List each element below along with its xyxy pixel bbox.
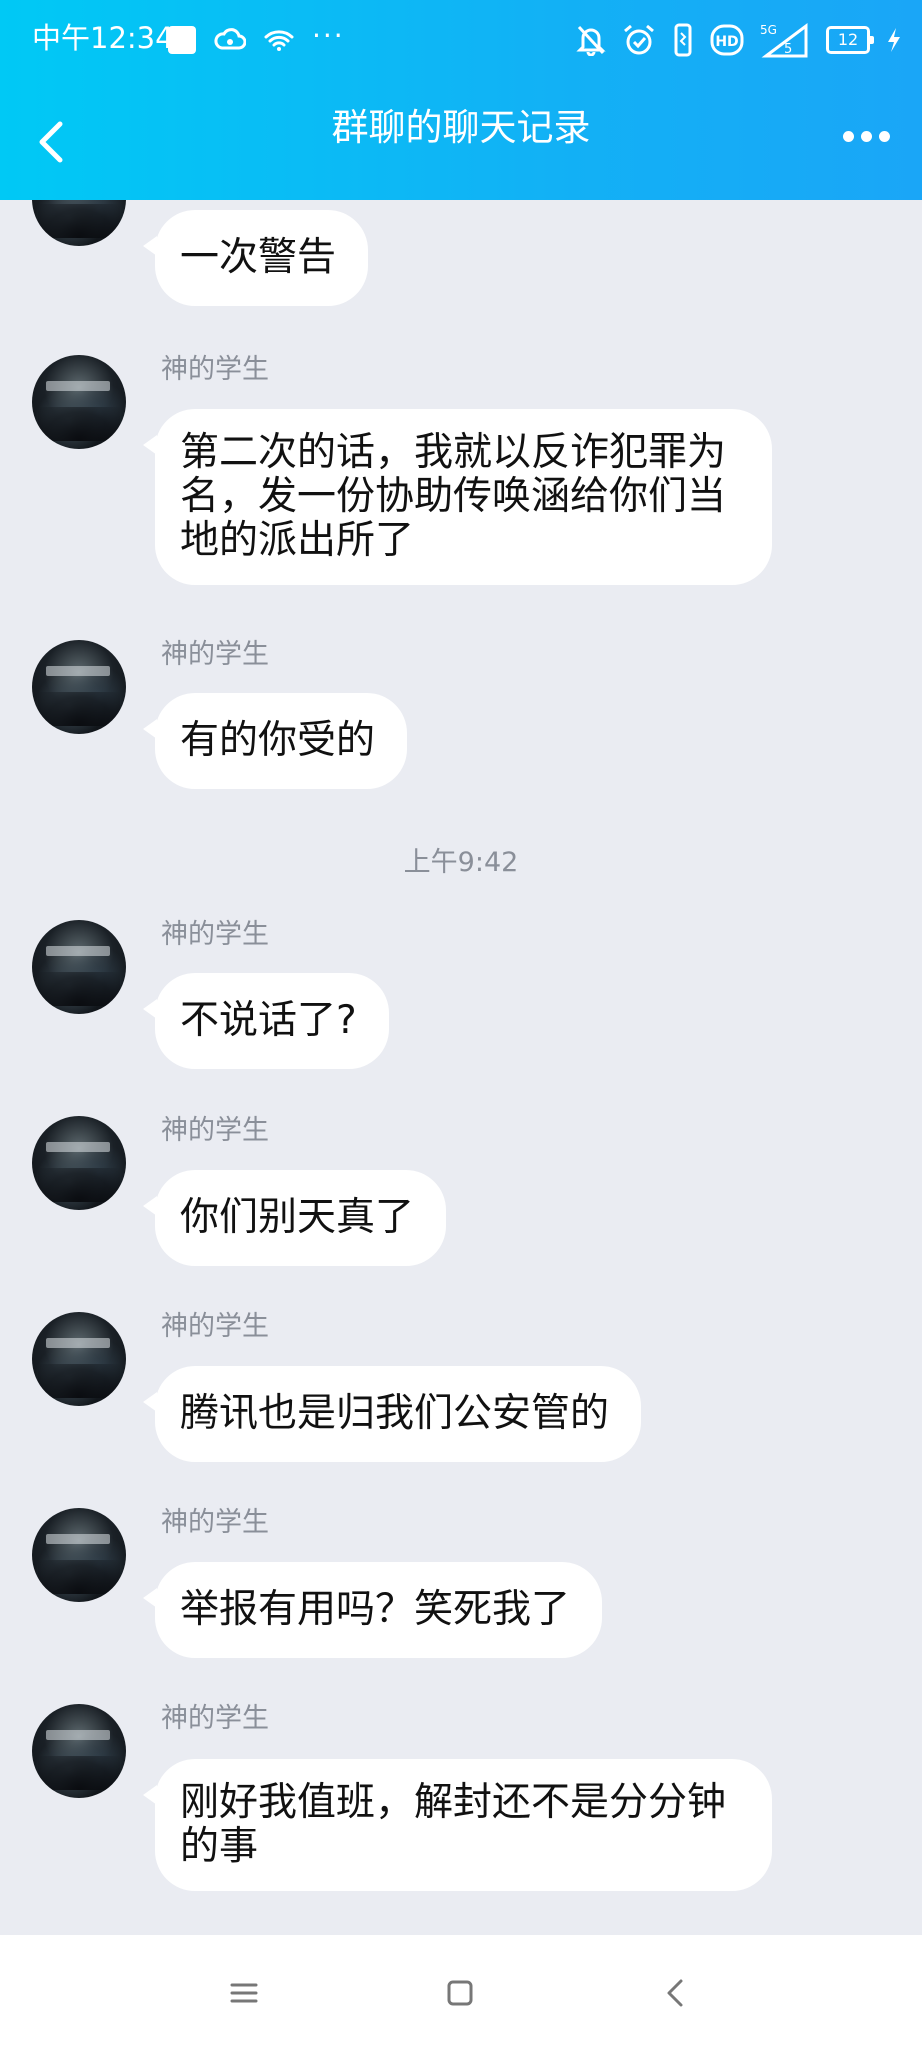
menu-icon bbox=[230, 1983, 258, 2003]
vibrate-icon bbox=[674, 23, 692, 57]
message-text: 不说话了? bbox=[180, 998, 357, 1043]
message-bubble[interactable]: 不说话了? bbox=[143, 973, 389, 1069]
avatar[interactable] bbox=[32, 640, 126, 734]
bell-off-icon bbox=[576, 25, 606, 56]
avatar[interactable] bbox=[32, 920, 126, 1014]
message-text: 一次警告 bbox=[180, 235, 337, 280]
sender-name: 神的学生 bbox=[161, 1115, 269, 1146]
status-right-icons: HD 5G 5 12 bbox=[576, 18, 902, 62]
message-text: 第二次的话，我就以反诈犯罪为 bbox=[180, 430, 727, 475]
back-icon bbox=[667, 1979, 683, 2007]
message-bubble[interactable]: 你们别天真了 bbox=[142, 1170, 447, 1266]
home-icon bbox=[447, 1980, 473, 2006]
app-header: 中午12:34 ··· HD 5G 5 12 群聊的聊天记录 bbox=[0, 0, 922, 200]
message-text: 刚好我值班，解封还不是分分钟 bbox=[180, 1780, 727, 1825]
sender-name: 神的学生 bbox=[161, 639, 269, 670]
message-text: 地的派出所了 bbox=[180, 518, 415, 563]
home-button[interactable] bbox=[438, 1971, 482, 2015]
message-text: 的事 bbox=[180, 1824, 259, 1869]
page-title: 群聊的聊天记录 bbox=[331, 106, 591, 149]
message-bubble[interactable]: 腾讯也是归我们公安管的 bbox=[142, 1366, 642, 1462]
more-dots: ··· bbox=[312, 18, 345, 52]
avatar[interactable] bbox=[32, 355, 126, 449]
message-text: 名，发一份协助传唤涵给你们当 bbox=[180, 474, 727, 519]
avatar[interactable] bbox=[32, 1508, 126, 1602]
timestamp: 上午9:42 bbox=[403, 847, 519, 878]
svg-text:5: 5 bbox=[784, 42, 792, 57]
avatar[interactable] bbox=[32, 1704, 126, 1798]
status-time: 中午12:34 bbox=[32, 21, 174, 55]
system-back-button[interactable] bbox=[654, 1971, 698, 2015]
dot-icon bbox=[878, 130, 890, 142]
charging-icon bbox=[888, 28, 900, 52]
avatar[interactable] bbox=[32, 200, 126, 246]
alarm-icon bbox=[624, 24, 654, 55]
cloud-icon bbox=[214, 28, 246, 50]
message-bubble[interactable]: 第二次的话，我就以反诈犯罪为 名，发一份协助传唤涵给你们当 地的派出所了 bbox=[143, 409, 772, 585]
message-bubble[interactable]: 有的你受的 bbox=[142, 693, 408, 789]
battery-icon: 12 bbox=[826, 26, 874, 54]
sender-name: 神的学生 bbox=[161, 919, 269, 950]
signal-5g-icon: 5G 5 bbox=[760, 23, 808, 58]
message-bubble[interactable]: 举报有用吗？笑死我了 bbox=[142, 1562, 603, 1658]
system-navigation-bar bbox=[0, 1935, 922, 2048]
svg-text:HD: HD bbox=[715, 34, 738, 50]
message-bubble[interactable]: 刚好我值班，解封还不是分分钟 的事 bbox=[143, 1759, 772, 1891]
sender-name: 神的学生 bbox=[161, 1507, 269, 1538]
square-icon bbox=[168, 26, 196, 54]
message-bubble[interactable]: 一次警告 bbox=[142, 210, 369, 306]
more-options-button[interactable] bbox=[830, 116, 902, 156]
message-text: 腾讯也是归我们公安管的 bbox=[180, 1391, 610, 1436]
wifi-icon bbox=[264, 30, 294, 51]
avatar[interactable] bbox=[32, 1116, 126, 1210]
hd-icon: HD bbox=[710, 24, 744, 56]
menu-button[interactable] bbox=[222, 1971, 266, 2015]
avatar[interactable] bbox=[32, 1312, 126, 1406]
sender-name: 神的学生 bbox=[161, 1703, 269, 1734]
nav-bar: 群聊的聊天记录 bbox=[0, 80, 922, 200]
message-text: 你们别天真了 bbox=[180, 1195, 415, 1240]
chat-history[interactable]: 一次警告 神的学生 第二次的话，我就以反诈犯罪为 名，发一份协助传唤涵给你们当 … bbox=[0, 200, 922, 1935]
svg-text:5G: 5G bbox=[760, 23, 777, 37]
message-text: 举报有用吗？笑死我了 bbox=[180, 1587, 571, 1632]
sender-name: 神的学生 bbox=[161, 1311, 269, 1342]
status-left-icons: ··· bbox=[168, 18, 345, 60]
sender-name: 神的学生 bbox=[161, 354, 269, 385]
dot-icon bbox=[860, 130, 872, 142]
status-bar: 中午12:34 ··· HD 5G 5 12 bbox=[0, 0, 922, 80]
message-text: 有的你受的 bbox=[180, 718, 376, 763]
dot-icon bbox=[842, 130, 854, 142]
